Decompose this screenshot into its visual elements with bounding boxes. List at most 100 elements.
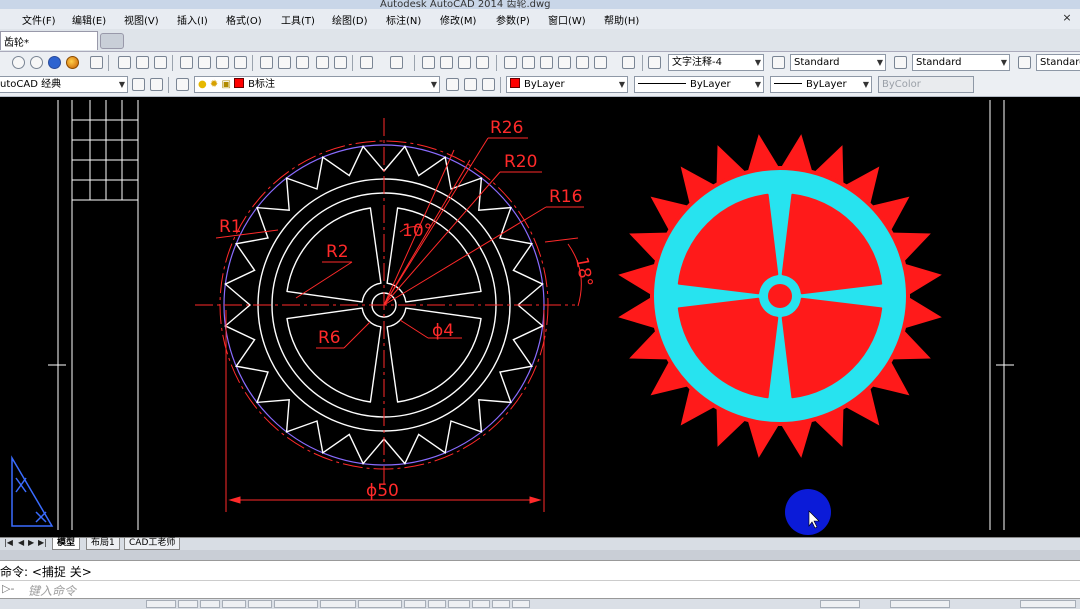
command-input[interactable]: 键入命令 [28, 582, 76, 599]
dyn-toggle[interactable] [404, 600, 426, 608]
osnap-toggle[interactable] [274, 600, 318, 608]
new-tab-button[interactable] [100, 33, 124, 49]
linetype-select[interactable]: ByLayer ▼ [634, 76, 764, 93]
redo-icon[interactable] [390, 56, 403, 69]
layout-tab-bar: |◀ ◀ ▶ ▶| 模型 布局1 CAD工老师 [0, 537, 1080, 550]
menu-parametric[interactable]: 参数(P) [496, 12, 530, 27]
text-style-icon[interactable] [648, 56, 661, 69]
text-style-select[interactable]: 文字注释-4 ▼ [668, 54, 764, 71]
next-layout-button[interactable]: ▶ [28, 538, 34, 547]
menu-tools[interactable]: 工具(T) [281, 12, 315, 27]
menu-help[interactable]: 帮助(H) [604, 12, 639, 27]
menu-edit[interactable]: 编辑(E) [72, 12, 106, 27]
annotation-scale[interactable] [890, 600, 950, 608]
menu-view[interactable]: 视图(V) [124, 12, 159, 27]
first-layout-button[interactable]: |◀ [4, 538, 13, 547]
tab-layout1[interactable]: 布局1 [86, 538, 120, 550]
document-tab[interactable]: 齿轮* × [0, 31, 98, 50]
qp-toggle[interactable] [472, 600, 490, 608]
match-properties-icon[interactable] [316, 56, 329, 69]
pan-icon[interactable] [422, 56, 435, 69]
grid-toggle[interactable] [200, 600, 220, 608]
layer-select[interactable]: ● ✹ ▣ B标注 ▼ [194, 76, 440, 93]
lwt-toggle[interactable] [428, 600, 446, 608]
quickcalc-icon[interactable] [594, 56, 607, 69]
help-icon[interactable] [622, 56, 635, 69]
3d-print-icon[interactable] [234, 56, 247, 69]
drawing-canvas[interactable]: R26 R20 R16 R1 R2 R6 10° ϕ4 ϕ50 18° [0, 97, 1080, 537]
lineweight-value: ByLayer [806, 79, 847, 90]
cut-icon[interactable] [260, 56, 273, 69]
menu-file[interactable]: 文件(F) [22, 12, 56, 27]
make-current-layer-icon[interactable] [446, 78, 459, 91]
save-icon[interactable] [154, 56, 167, 69]
lock-icon: ▣ [221, 79, 231, 90]
tab-model[interactable]: 模型 [52, 538, 81, 550]
design-center-icon[interactable] [522, 56, 535, 69]
menu-format[interactable]: 格式(O) [226, 12, 262, 27]
visual-style-icon[interactable] [12, 56, 25, 69]
lineweight-select[interactable]: ByLayer ▼ [770, 76, 872, 93]
visual-style-icon[interactable] [30, 56, 43, 69]
paste-icon[interactable] [296, 56, 309, 69]
layer-state-icon[interactable] [482, 78, 495, 91]
open-icon[interactable] [136, 56, 149, 69]
am-toggle[interactable] [512, 600, 530, 608]
render-icon[interactable] [66, 56, 79, 69]
close-icon[interactable]: × [1060, 11, 1074, 25]
undo-icon[interactable] [360, 56, 373, 69]
ducs-toggle[interactable] [358, 600, 402, 608]
menu-dimension[interactable]: 标注(N) [386, 12, 421, 27]
workspace-select[interactable]: utoCAD 经典 ▼ [0, 76, 128, 93]
menu-modify[interactable]: 修改(M) [440, 12, 476, 27]
previous-layout-button[interactable]: ◀ [18, 538, 24, 547]
title-bar: Autodesk AutoCAD 2014 齿轮.dwg [0, 0, 1080, 9]
sheet-set-icon[interactable] [558, 56, 571, 69]
color-select[interactable]: ByLayer ▼ [506, 76, 628, 93]
table-style-icon[interactable] [894, 56, 907, 69]
markup-icon[interactable] [576, 56, 589, 69]
zoom-realtime-icon[interactable] [440, 56, 453, 69]
workspace-switch[interactable] [1020, 600, 1076, 608]
mleader-style-select[interactable]: Standard [1036, 54, 1080, 71]
mleader-style-icon[interactable] [1018, 56, 1031, 69]
dim-style-select[interactable]: Standard ▼ [790, 54, 886, 71]
label-r6: R6 [318, 328, 341, 348]
menu-draw[interactable]: 绘图(D) [332, 12, 368, 27]
zoom-previous-icon[interactable] [476, 56, 489, 69]
tab-cad-teacher[interactable]: CAD工老师 [124, 538, 181, 550]
gear-icon[interactable] [132, 78, 145, 91]
tool-palettes-icon[interactable] [540, 56, 553, 69]
zoom-window-icon[interactable] [458, 56, 471, 69]
tab-close-icon[interactable]: × [4, 34, 93, 45]
plotstyle-select[interactable]: ByColor [878, 76, 974, 93]
ortho-toggle[interactable] [222, 600, 246, 608]
snap-toggle[interactable] [178, 600, 198, 608]
properties-icon[interactable] [90, 56, 103, 69]
block-editor-icon[interactable] [334, 56, 347, 69]
menu-window[interactable]: 窗口(W) [548, 12, 586, 27]
sc-toggle[interactable] [492, 600, 510, 608]
layer-properties-icon[interactable] [176, 78, 189, 91]
new-icon[interactable] [118, 56, 131, 69]
dim-style-icon[interactable] [772, 56, 785, 69]
polar-toggle[interactable] [248, 600, 272, 608]
menu-insert[interactable]: 插入(I) [177, 12, 208, 27]
properties-palette-icon[interactable] [504, 56, 517, 69]
publish-icon[interactable] [216, 56, 229, 69]
tpy-toggle[interactable] [448, 600, 470, 608]
model-toggle[interactable] [820, 600, 860, 608]
plot-preview-icon[interactable] [198, 56, 211, 69]
plotstyle-value: ByColor [882, 79, 921, 90]
command-line[interactable]: ▷- 键入命令 [0, 580, 1080, 599]
drawing-svg: R26 R20 R16 R1 R2 R6 10° ϕ4 ϕ50 18° [11, 100, 1014, 535]
otrack-toggle[interactable] [320, 600, 356, 608]
plot-icon[interactable] [180, 56, 193, 69]
layer-previous-icon[interactable] [464, 78, 477, 91]
copy-icon[interactable] [278, 56, 291, 69]
last-layout-button[interactable]: ▶| [38, 538, 47, 547]
visual-style-icon[interactable] [48, 56, 61, 69]
layers-toolbar: utoCAD 经典 ▼ ● ✹ ▣ B标注 ▼ ByLayer ▼ ByLayer ▼ … [0, 74, 1080, 97]
table-style-select[interactable]: Standard ▼ [912, 54, 1010, 71]
workspace-settings-icon[interactable] [150, 78, 163, 91]
